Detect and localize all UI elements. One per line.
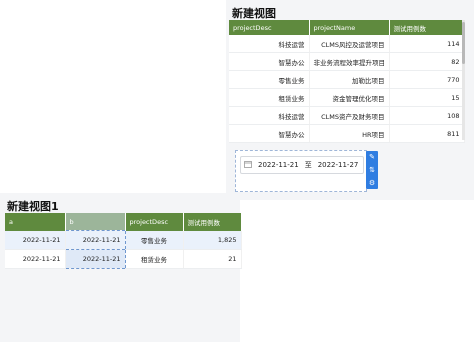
table-scrollbar-thumb[interactable] [462, 22, 465, 64]
cell-name[interactable]: 非业务流程效率提升项目 [309, 52, 390, 71]
table-row[interactable]: 零售业务 加勒比项目 770 [229, 70, 465, 89]
cell-desc[interactable]: 零售业务 [125, 230, 184, 250]
column-header-projectdesc[interactable]: projectDesc [125, 213, 184, 231]
cell-a[interactable]: 2022-11-21 [5, 249, 66, 269]
table-header-row: a b projectDesc 测试用例数 [5, 213, 242, 231]
column-header-a[interactable]: a [5, 213, 66, 231]
cell-desc[interactable]: 租赁业务 [229, 88, 310, 107]
column-header-test-count[interactable]: 测试用例数 [183, 213, 242, 231]
cell-desc[interactable]: 智慧办公 [229, 52, 310, 71]
cell-desc[interactable]: 科技运营 [229, 35, 310, 53]
top-view-title: 新建视图 [232, 7, 276, 20]
adjust-icon[interactable]: ⇅ [369, 166, 375, 174]
cell-a[interactable]: 2022-11-21 [5, 230, 66, 250]
widget-toolbar: ✎ ⇅ ⚙ [366, 151, 378, 189]
top-view-table: projectDesc projectName 测试用例数 科技运营 CLMS风… [229, 20, 465, 143]
start-date[interactable]: 2022-11-21 [258, 161, 299, 169]
table-row[interactable]: 科技运营 CLMS资产及财务项目 108 [229, 106, 465, 125]
cell-count[interactable]: 114 [389, 35, 465, 53]
cell-b[interactable]: 2022-11-21 [64, 230, 126, 250]
table-header-row: projectDesc projectName 测试用例数 [229, 20, 465, 35]
cell-name[interactable]: CLMS风控及运营项目 [309, 35, 390, 53]
cell-b[interactable]: 2022-11-21 [64, 249, 126, 269]
table-row[interactable]: 2022-11-21 2022-11-21 零售业务 1,825 [5, 230, 242, 250]
cell-count[interactable]: 1,825 [183, 230, 242, 250]
column-header-projectdesc[interactable]: projectDesc [229, 20, 310, 35]
cell-count[interactable]: 770 [389, 70, 465, 89]
cell-desc[interactable]: 科技运营 [229, 106, 310, 125]
table-row[interactable]: 租赁业务 资金管理优化项目 15 [229, 88, 465, 107]
date-range-picker[interactable]: 2022-11-21 至 2022-11-27 [240, 156, 364, 174]
calendar-icon [244, 160, 256, 170]
cell-name[interactable]: 加勒比项目 [309, 70, 390, 89]
table-row[interactable]: 2022-11-21 2022-11-21 租赁业务 21 [5, 249, 242, 269]
date-separator: 至 [304, 161, 312, 169]
column-header-test-count[interactable]: 测试用例数 [389, 20, 465, 35]
cell-name[interactable]: 资金管理优化项目 [309, 88, 390, 107]
column-header-projectname[interactable]: projectName [309, 20, 390, 35]
cell-count[interactable]: 15 [389, 88, 465, 107]
bottom-view-table: a b projectDesc 测试用例数 2022-11-21 2022-11… [5, 213, 242, 269]
table-row[interactable]: 智慧办公 HR项目 811 [229, 124, 465, 143]
cell-name[interactable]: CLMS资产及财务项目 [309, 106, 390, 125]
edit-icon[interactable]: ✎ [369, 153, 375, 161]
table-row[interactable]: 智慧办公 非业务流程效率提升项目 82 [229, 52, 465, 71]
cell-desc[interactable]: 零售业务 [229, 70, 310, 89]
table-row[interactable]: 科技运营 CLMS风控及运营项目 114 [229, 35, 465, 53]
cell-count[interactable]: 108 [389, 106, 465, 125]
cell-name[interactable]: HR项目 [309, 124, 390, 143]
settings-icon[interactable]: ⚙ [369, 179, 375, 187]
bottom-view-title: 新建视图1 [7, 200, 59, 213]
cell-desc[interactable]: 智慧办公 [229, 124, 310, 143]
cell-count[interactable]: 811 [389, 124, 465, 143]
column-header-b[interactable]: b [65, 213, 126, 231]
end-date[interactable]: 2022-11-27 [318, 161, 359, 169]
cell-count[interactable]: 21 [183, 249, 242, 269]
cell-count[interactable]: 82 [389, 52, 465, 71]
cell-desc[interactable]: 租赁业务 [125, 249, 184, 269]
